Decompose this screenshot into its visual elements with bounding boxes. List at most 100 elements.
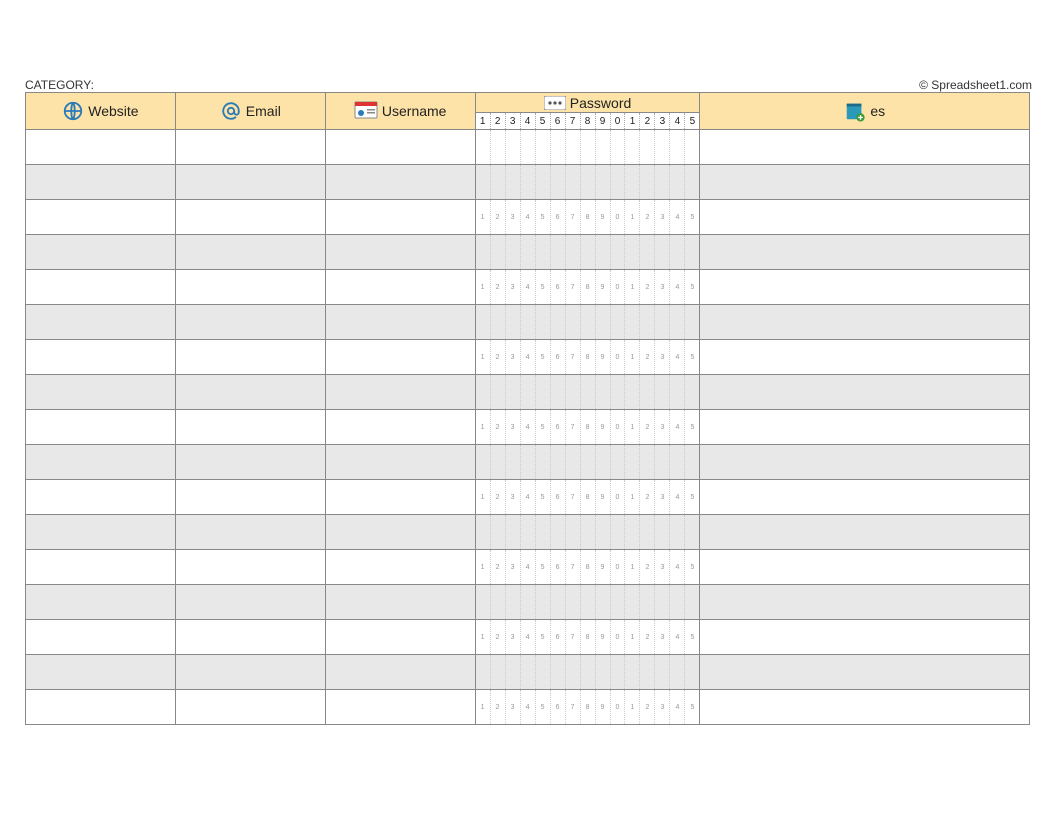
notes-cell[interactable] [700,375,1030,410]
password-cell[interactable] [475,165,700,200]
email-cell[interactable] [175,690,325,725]
website-cell[interactable] [26,690,176,725]
notes-cell[interactable] [700,620,1030,655]
notes-cell[interactable] [700,585,1030,620]
website-cell[interactable] [26,550,176,585]
notes-cell[interactable] [700,130,1030,165]
email-cell[interactable] [175,130,325,165]
password-cell[interactable] [475,445,700,480]
website-cell[interactable] [26,620,176,655]
password-char-slot: 0 [611,200,626,234]
website-cell[interactable] [26,655,176,690]
email-cell[interactable] [175,200,325,235]
email-cell[interactable] [175,655,325,690]
password-char-slot: 7 [566,200,581,234]
password-char-slot: 2 [491,690,506,724]
notes-cell[interactable] [700,270,1030,305]
website-cell[interactable] [26,480,176,515]
username-cell[interactable] [325,550,475,585]
password-char-slot [640,305,655,339]
notes-cell[interactable] [700,690,1030,725]
password-char-slot [625,130,640,164]
password-cell[interactable]: 123456789012345 [475,410,700,445]
password-char-slot [536,165,551,199]
password-cell[interactable] [475,655,700,690]
password-char-slot: 3 [655,480,670,514]
username-cell[interactable] [325,480,475,515]
email-cell[interactable] [175,620,325,655]
password-cell[interactable]: 123456789012345 [475,480,700,515]
username-cell[interactable] [325,235,475,270]
password-char-slot: 1 [625,480,640,514]
website-cell[interactable] [26,340,176,375]
notes-cell[interactable] [700,655,1030,690]
notes-cell[interactable] [700,340,1030,375]
password-cell[interactable]: 123456789012345 [475,200,700,235]
email-cell[interactable] [175,550,325,585]
notes-cell[interactable] [700,165,1030,200]
email-cell[interactable] [175,445,325,480]
notes-cell[interactable] [700,480,1030,515]
password-cell[interactable] [475,130,700,165]
password-cell[interactable]: 123456789012345 [475,340,700,375]
email-cell[interactable] [175,585,325,620]
password-cell[interactable] [475,515,700,550]
password-char-slot: 4 [521,270,536,304]
website-cell[interactable] [26,130,176,165]
notes-cell[interactable] [700,200,1030,235]
username-cell[interactable] [325,200,475,235]
password-cell[interactable] [475,585,700,620]
username-cell[interactable] [325,690,475,725]
email-cell[interactable] [175,515,325,550]
username-cell[interactable] [325,165,475,200]
password-char-slot [625,165,640,199]
website-cell[interactable] [26,410,176,445]
website-cell[interactable] [26,200,176,235]
password-cell[interactable] [475,305,700,340]
password-char-slot [611,375,626,409]
website-cell[interactable] [26,375,176,410]
email-cell[interactable] [175,410,325,445]
password-char-slot: 6 [551,200,566,234]
username-cell[interactable] [325,445,475,480]
email-cell[interactable] [175,270,325,305]
email-cell[interactable] [175,305,325,340]
notes-cell[interactable] [700,445,1030,480]
website-cell[interactable] [26,305,176,340]
username-cell[interactable] [325,655,475,690]
email-cell[interactable] [175,165,325,200]
notes-cell[interactable] [700,305,1030,340]
username-cell[interactable] [325,270,475,305]
username-cell[interactable] [325,130,475,165]
username-cell[interactable] [325,375,475,410]
email-cell[interactable] [175,480,325,515]
website-cell[interactable] [26,165,176,200]
password-cell[interactable] [475,235,700,270]
email-cell[interactable] [175,375,325,410]
username-cell[interactable] [325,620,475,655]
website-cell[interactable] [26,235,176,270]
password-cell[interactable]: 123456789012345 [475,270,700,305]
username-cell[interactable] [325,305,475,340]
website-cell[interactable] [26,270,176,305]
globe-icon [62,100,84,122]
notes-cell[interactable] [700,235,1030,270]
username-cell[interactable] [325,585,475,620]
password-cell[interactable]: 123456789012345 [475,550,700,585]
notes-cell[interactable] [700,410,1030,445]
website-cell[interactable] [26,515,176,550]
password-cell[interactable]: 123456789012345 [475,620,700,655]
website-cell[interactable] [26,585,176,620]
username-cell[interactable] [325,515,475,550]
password-cell[interactable]: 123456789012345 [475,690,700,725]
email-cell[interactable] [175,340,325,375]
password-cell[interactable] [475,375,700,410]
notes-cell[interactable] [700,515,1030,550]
username-cell[interactable] [325,410,475,445]
notes-cell[interactable] [700,550,1030,585]
email-cell[interactable] [175,235,325,270]
password-char-slot: 7 [566,550,581,584]
website-cell[interactable] [26,445,176,480]
username-cell[interactable] [325,340,475,375]
password-char-slot [566,235,581,269]
